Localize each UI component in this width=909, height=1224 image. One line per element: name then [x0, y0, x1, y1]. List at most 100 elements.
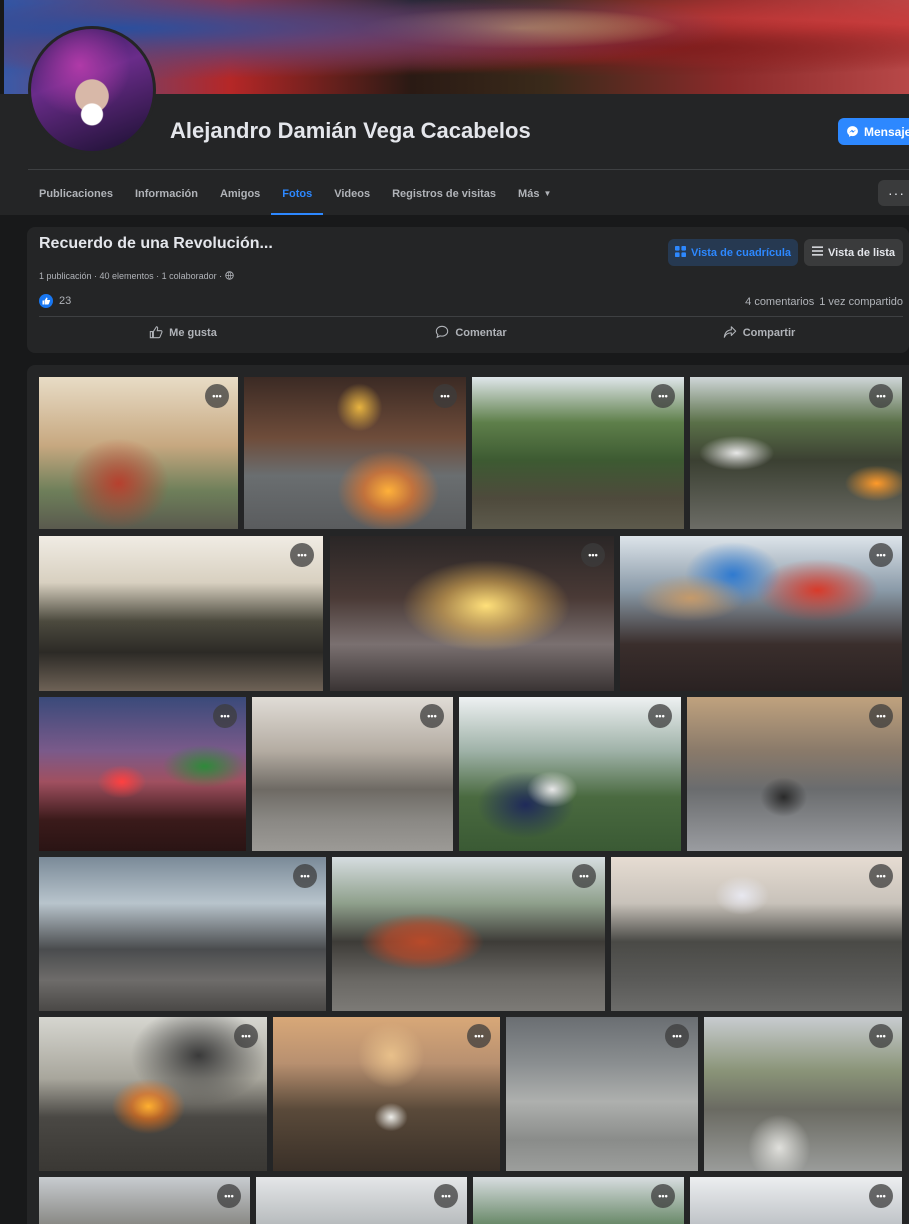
- album-photo[interactable]: •••: [473, 1177, 684, 1224]
- photo-options-button[interactable]: •••: [869, 704, 893, 728]
- photo-options-button[interactable]: •••: [433, 384, 457, 408]
- more-dots-icon: •••: [441, 1190, 451, 1201]
- more-dots-icon: •••: [876, 549, 886, 560]
- tab-publicaciones[interactable]: Publicaciones: [28, 172, 124, 215]
- album-photo[interactable]: •••: [690, 1177, 902, 1224]
- photo-options-button[interactable]: •••: [572, 864, 596, 888]
- album-photo[interactable]: •••: [39, 1177, 250, 1224]
- photo-options-button[interactable]: •••: [869, 543, 893, 567]
- tab-fotos[interactable]: Fotos: [271, 172, 324, 215]
- photo-options-button[interactable]: •••: [869, 384, 893, 408]
- more-dots-icon: •••: [658, 390, 668, 401]
- album-photo[interactable]: •••: [690, 377, 902, 529]
- photo-options-button[interactable]: •••: [217, 1184, 241, 1208]
- album-photo[interactable]: •••: [472, 377, 684, 529]
- more-options-button[interactable]: ···: [878, 180, 909, 206]
- tab-label: Información: [134, 187, 198, 200]
- list-view-button[interactable]: Vista de lista: [804, 239, 903, 266]
- photo-options-button[interactable]: •••: [869, 1184, 893, 1208]
- photo-options-button[interactable]: •••: [434, 1184, 458, 1208]
- tab-registros-de-visitas[interactable]: Registros de visitas: [381, 172, 507, 215]
- like-button[interactable]: Me gusta: [39, 319, 327, 347]
- album-photo[interactable]: •••: [39, 1017, 267, 1171]
- message-button[interactable]: Mensaje: [838, 118, 909, 145]
- album-photo[interactable]: •••: [39, 377, 238, 529]
- tab-videos[interactable]: Videos: [323, 172, 381, 215]
- more-dots-icon: •••: [300, 870, 310, 881]
- album-photo[interactable]: •••: [273, 1017, 500, 1171]
- header-divider: [28, 169, 909, 170]
- photo-options-button[interactable]: •••: [205, 384, 229, 408]
- tab-label: Videos: [334, 187, 371, 200]
- tab-informacion[interactable]: Información: [124, 172, 209, 215]
- album-photo[interactable]: •••: [620, 536, 902, 691]
- more-dots-icon: •••: [876, 870, 886, 881]
- grid-view-label: Vista de cuadrícula: [690, 246, 792, 259]
- messenger-icon: [846, 125, 859, 138]
- album-photo[interactable]: •••: [459, 697, 681, 851]
- tab-label: Fotos: [282, 187, 313, 200]
- album-photo[interactable]: •••: [330, 536, 614, 691]
- tab-label: Registros de visitas: [392, 187, 497, 200]
- list-view-label: Vista de lista: [827, 246, 896, 259]
- more-dots-icon: •••: [579, 870, 589, 881]
- more-dots-icon: •••: [876, 710, 886, 721]
- more-options-label: ···: [888, 185, 905, 201]
- reaction-count: 23: [59, 295, 72, 307]
- photo-options-button[interactable]: •••: [234, 1024, 258, 1048]
- profile-avatar[interactable]: [28, 26, 156, 154]
- album-photo[interactable]: •••: [611, 857, 902, 1011]
- album-meta-text: 1 publicación · 40 elementos · 1 colabor…: [39, 271, 223, 281]
- comment-icon: [435, 325, 449, 342]
- tab-label: Publicaciones: [39, 187, 113, 200]
- album-photo[interactable]: •••: [39, 857, 326, 1011]
- album-photo[interactable]: •••: [332, 857, 605, 1011]
- album-card: Recuerdo de una Revolución... 1 publicac…: [27, 227, 909, 353]
- album-photo[interactable]: •••: [687, 697, 902, 851]
- reactions-summary[interactable]: 23: [39, 294, 71, 308]
- shares-count[interactable]: 1 vez compartido: [819, 296, 903, 308]
- photo-options-button[interactable]: •••: [293, 864, 317, 888]
- share-icon: [723, 325, 737, 342]
- more-dots-icon: •••: [672, 1030, 682, 1041]
- album-photo[interactable]: •••: [39, 536, 323, 691]
- share-button[interactable]: Compartir: [615, 319, 903, 347]
- photo-options-button[interactable]: •••: [581, 543, 605, 567]
- more-dots-icon: •••: [876, 1030, 886, 1041]
- more-dots-icon: •••: [655, 710, 665, 721]
- album-photo[interactable]: •••: [244, 377, 466, 529]
- tab-label: Más: [518, 187, 540, 200]
- photo-options-button[interactable]: •••: [665, 1024, 689, 1048]
- tab-mas[interactable]: Más ▼: [507, 172, 562, 215]
- photo-options-button[interactable]: •••: [651, 384, 675, 408]
- post-actions: Me gusta Comentar Compartir: [39, 319, 903, 347]
- photo-options-button[interactable]: •••: [651, 1184, 675, 1208]
- more-dots-icon: •••: [297, 549, 307, 560]
- more-dots-icon: •••: [474, 1030, 484, 1041]
- caret-down-icon: ▼: [543, 189, 552, 198]
- album-photo[interactable]: •••: [506, 1017, 698, 1171]
- photo-options-button[interactable]: •••: [869, 1024, 893, 1048]
- photo-options-button[interactable]: •••: [648, 704, 672, 728]
- more-dots-icon: •••: [658, 1190, 668, 1201]
- comments-count[interactable]: 4 comentarios: [745, 296, 814, 308]
- photo-options-button[interactable]: •••: [213, 704, 237, 728]
- grid-icon: [674, 245, 686, 260]
- album-photo[interactable]: •••: [252, 697, 453, 851]
- engagement-stats: 4 comentarios 1 vez compartido: [745, 296, 903, 308]
- photo-options-button[interactable]: •••: [869, 864, 893, 888]
- photo-options-button[interactable]: •••: [467, 1024, 491, 1048]
- album-photo[interactable]: •••: [704, 1017, 902, 1171]
- album-meta: 1 publicación · 40 elementos · 1 colabor…: [39, 271, 234, 281]
- like-reaction-icon: [39, 294, 53, 308]
- album-photo[interactable]: •••: [39, 697, 246, 851]
- more-dots-icon: •••: [220, 710, 230, 721]
- album-photo[interactable]: •••: [256, 1177, 467, 1224]
- tab-amigos[interactable]: Amigos: [209, 172, 271, 215]
- grid-view-button[interactable]: Vista de cuadrícula: [668, 239, 798, 266]
- photo-options-button[interactable]: •••: [420, 704, 444, 728]
- more-dots-icon: •••: [588, 549, 598, 560]
- photo-options-button[interactable]: •••: [290, 543, 314, 567]
- comment-button[interactable]: Comentar: [327, 319, 615, 347]
- more-dots-icon: •••: [224, 1190, 234, 1201]
